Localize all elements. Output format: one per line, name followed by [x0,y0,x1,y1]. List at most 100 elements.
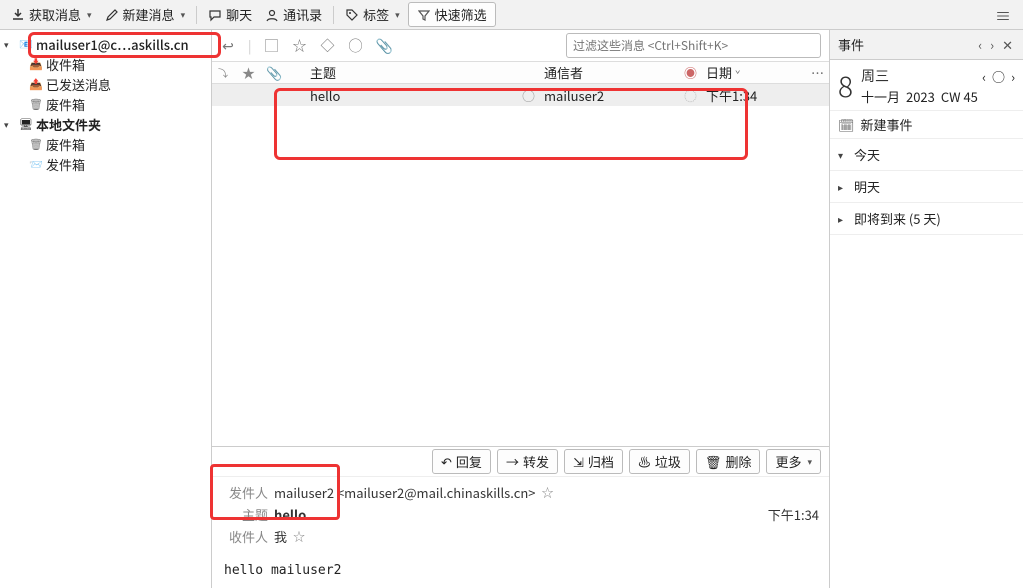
account-row[interactable]: ▾ 📧 mailuser1@c…askills.cn [0,34,211,54]
contact-icon[interactable]: ◇ [320,36,336,56]
outbox-label: 发件箱 [46,155,85,174]
twisty-icon[interactable]: ▾ [4,118,16,131]
account-label: mailuser1@c…askills.cn [36,35,189,54]
from-label: 发件人 [222,483,268,502]
junk-button[interactable]: ♨垃圾 [629,449,690,474]
get-messages-button[interactable]: 获取消息 ▾ [6,2,97,27]
next-button[interactable]: › [988,35,996,54]
contacts-label: 通讯录 [283,5,322,24]
chevron-right-icon: ▸ [838,211,848,226]
message-row[interactable]: hello ○ mailuser2 ◌ 下午1:34 [212,84,829,106]
main-area: ▾ 📧 mailuser1@c…askills.cn 📥 收件箱 📤 已发送消息… [0,30,1023,588]
mail-area: ↩ | ▢ ☆ ◇ ◯ 📎 ⤵ ★ 📎 主题 通信者 ◉ 日期 ˇ ⋯ h [212,30,829,588]
events-pane: 事件 ‹ › ✕ 8 周三 ‹ ○ › 十一月 2023 CW 45 [829,30,1023,588]
quick-filter-button[interactable]: 快速筛选 [408,2,496,27]
col-thread[interactable]: ⤵ [212,65,236,80]
col-star[interactable]: ★ [236,63,260,82]
folder-icon: 🖥 [18,117,34,131]
month: 十一月 [861,87,900,106]
chevron-down-icon[interactable]: ▾ [87,8,92,21]
to-label: 收件人 [222,527,268,546]
col-picker[interactable]: ⋯ [805,63,829,82]
today-button[interactable]: ○ [992,67,1005,86]
main-toolbar: 获取消息 ▾ 新建消息 ▾ 聊天 通讯录 标签 ▾ 快速筛选 ≡ [0,0,1023,30]
row-date: 下午1:34 [700,86,805,105]
separator: | [248,36,252,55]
col-attach[interactable]: 📎 [260,63,284,82]
archive-button[interactable]: ⇲归档 [564,449,623,474]
subject-value: hello [274,505,306,524]
tags-button[interactable]: 标签 ▾ [340,2,405,27]
delete-button[interactable]: 🗑删除 [696,449,761,474]
twisty-icon[interactable]: ▾ [4,38,16,51]
from-value[interactable]: mailuser2 <mailuser2@mail.chinaskills.cn… [274,483,535,502]
back-icon[interactable]: ↩ [220,36,236,56]
row-subject: hello [304,86,516,105]
preview-header: 发件人 mailuser2 <mailuser2@mail.chinaskill… [212,477,829,553]
close-button[interactable]: ✕ [1000,35,1015,54]
outbox-folder[interactable]: 📨 发件箱 [0,154,211,174]
tomorrow-section[interactable]: ▸ 明天 [830,171,1023,203]
to-value[interactable]: 我 [274,527,287,546]
chat-icon [208,8,222,22]
upcoming-label: 即将到来 (5 天) [854,209,941,228]
star-icon[interactable]: ☆ [292,36,308,56]
folder-sidebar: ▾ 📧 mailuser1@c…askills.cn 📥 收件箱 📤 已发送消息… [0,30,212,588]
menu-button[interactable]: ≡ [989,3,1017,27]
star-icon[interactable]: ☆ [541,484,553,501]
col-junk[interactable]: ◉ [678,63,700,82]
trash-folder[interactable]: 🗑 废件箱 [0,94,211,114]
fire-icon: ♨ [638,452,651,471]
calendar-icon: 🗓 [838,115,855,134]
more-button[interactable]: 更多▾ [766,449,821,474]
chat-button[interactable]: 聊天 [203,2,257,27]
col-subject[interactable]: 主题 [304,63,516,82]
local-folders-row[interactable]: ▾ 🖥 本地文件夹 [0,114,211,134]
filter-input[interactable] [566,33,821,58]
local-trash-folder[interactable]: 🗑 废件箱 [0,134,211,154]
chevron-right-icon: ▸ [838,179,848,194]
upcoming-section[interactable]: ▸ 即将到来 (5 天) [830,203,1023,235]
col-from[interactable]: 通信者 [538,63,678,82]
reply-button[interactable]: ↶回复 [432,449,491,474]
chevron-down-icon[interactable]: ▾ [395,8,400,21]
weekday: 周三 [861,66,889,86]
events-date: 8 周三 ‹ ○ › 十一月 2023 CW 45 [830,60,1023,111]
chevron-down-icon[interactable]: ▾ [181,8,186,21]
get-messages-label: 获取消息 [29,5,81,24]
forward-icon: → [506,452,519,471]
next-day-button[interactable]: › [1011,67,1015,86]
new-message-button[interactable]: 新建消息 ▾ [100,2,191,27]
tags-label: 标签 [363,5,389,24]
col-date[interactable]: 日期 ˇ [700,63,805,82]
separator [196,6,197,24]
preview-actions: ↶回复 →转发 ⇲归档 ♨垃圾 🗑删除 更多▾ [212,447,829,477]
inbox-label: 收件箱 [46,55,85,74]
attachment-icon[interactable]: 📎 [376,36,392,56]
star-icon[interactable]: ☆ [293,528,305,545]
chat-label: 聊天 [226,5,252,24]
contacts-button[interactable]: 通讯录 [260,2,327,27]
read-dot-icon[interactable]: ○ [516,86,538,105]
bookmark-icon[interactable]: ▢ [264,36,280,56]
local-label: 本地文件夹 [36,115,101,134]
sent-folder[interactable]: 📤 已发送消息 [0,74,211,94]
trash-icon: 🗑 [28,97,44,111]
junk-icon[interactable]: ◌ [678,86,700,105]
events-title: 事件 [838,35,972,54]
prev-button[interactable]: ‹ [976,35,984,54]
outbox-icon: 📨 [28,157,44,171]
filter-icon [417,8,431,22]
day-number: 8 [838,72,853,100]
column-header: ⤵ ★ 📎 主题 通信者 ◉ 日期 ˇ ⋯ [212,62,829,84]
quick-filter-label: 快速筛选 [435,5,487,24]
today-section[interactable]: ▾ 今天 [830,139,1023,171]
forward-button[interactable]: →转发 [497,449,558,474]
inbox-folder[interactable]: 📥 收件箱 [0,54,211,74]
inbox-icon: 📥 [28,57,44,71]
subject-label: 主题 [222,505,268,524]
prev-day-button[interactable]: ‹ [982,67,986,86]
new-message-label: 新建消息 [123,5,175,24]
new-event-button[interactable]: 🗓 新建事件 [830,111,1023,139]
tag-icon[interactable]: ◯ [348,36,364,56]
